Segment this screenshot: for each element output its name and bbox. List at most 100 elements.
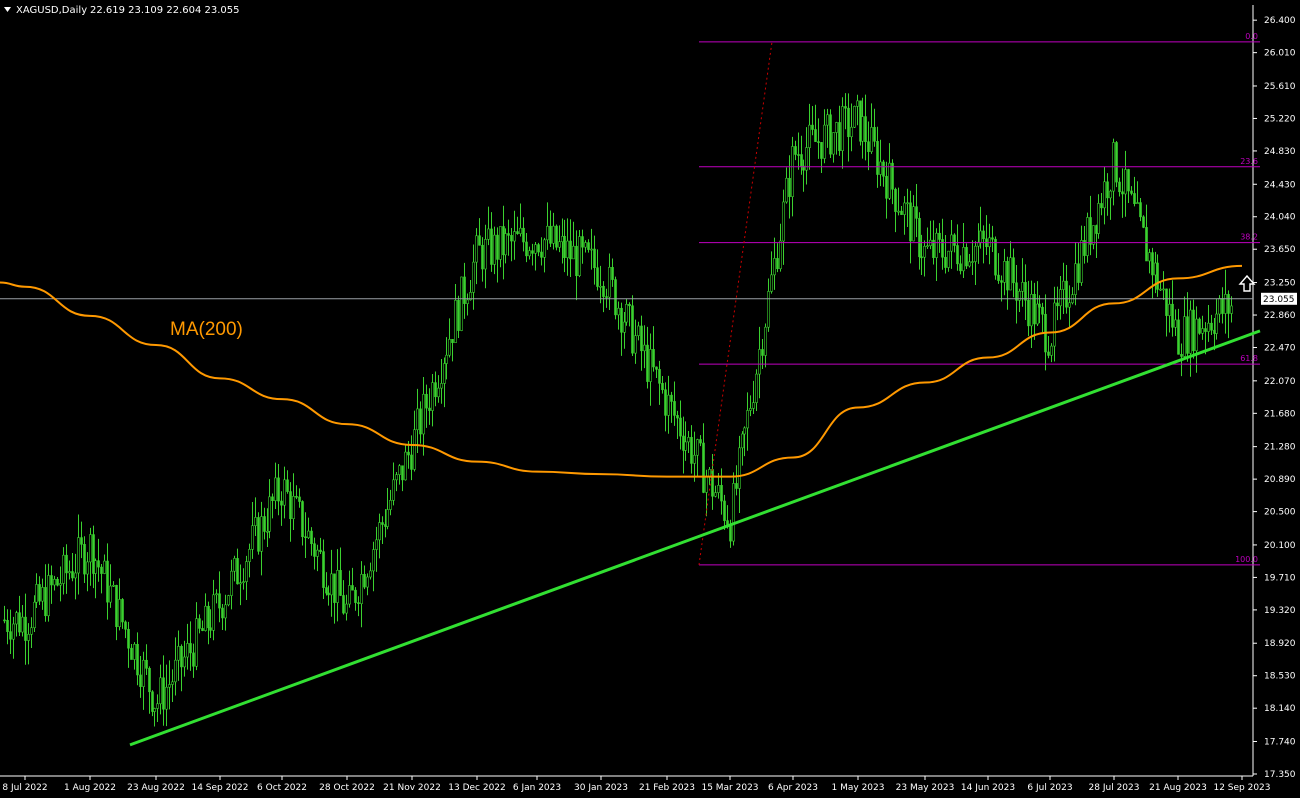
candle-body	[1145, 227, 1148, 262]
candle-body	[1118, 181, 1121, 193]
candle-body	[1224, 294, 1227, 314]
candle-body	[743, 427, 746, 435]
price-chart[interactable]: 0.0 23.6 38.2 61.8 100.0 26.400 26.010 25.610 2…	[0, 0, 1300, 798]
price-tick-label: 23.650	[1264, 245, 1296, 255]
candle-body	[817, 141, 820, 143]
candle-body	[30, 627, 33, 635]
candle-body	[620, 307, 623, 333]
candle-body	[776, 258, 779, 270]
candle-body	[428, 407, 431, 411]
candle-body	[171, 681, 174, 685]
candle-body	[404, 451, 407, 481]
candle-body	[982, 230, 985, 240]
candle-body	[540, 251, 543, 258]
candle-body	[325, 587, 328, 594]
candle-body	[1047, 351, 1050, 356]
candle-body	[186, 643, 189, 658]
candle-body	[1192, 309, 1195, 352]
candle-body	[189, 643, 192, 654]
price-tick-label: 24.430	[1264, 180, 1296, 190]
candle-body	[490, 228, 493, 265]
candle-body	[658, 369, 661, 384]
candle-body	[867, 141, 870, 152]
candle-body	[1086, 217, 1089, 256]
candle-body	[1100, 203, 1103, 209]
candle-body	[504, 233, 507, 256]
candle-body	[1168, 303, 1171, 316]
candle-body	[381, 522, 384, 525]
candle-body	[156, 703, 159, 709]
fib-level-label: 100.0	[1235, 555, 1258, 564]
candle-body	[558, 241, 561, 248]
price-tick-label: 26.400	[1264, 16, 1296, 26]
candle-body	[634, 335, 637, 354]
candle-body	[646, 344, 649, 382]
candle-body	[575, 245, 578, 277]
price-tick-label: 20.890	[1264, 475, 1296, 485]
candle-body	[221, 607, 224, 619]
price-tick-label: 17.350	[1264, 770, 1296, 780]
candle-body	[260, 516, 263, 552]
candle-body	[705, 476, 708, 493]
candle-body	[717, 485, 720, 493]
candle-body	[1077, 263, 1080, 283]
candle-body	[935, 232, 938, 258]
candle-body	[1050, 345, 1053, 356]
candle-body	[959, 263, 962, 272]
candle-body	[277, 477, 280, 502]
candle-body	[375, 539, 378, 550]
candle-body	[746, 410, 749, 429]
candle-body	[679, 417, 682, 437]
candle-body	[363, 574, 366, 588]
time-tick-label: 8 Jul 2022	[2, 783, 47, 793]
candle-body	[27, 633, 30, 641]
candle-body	[640, 325, 643, 352]
price-tick-label: 22.470	[1264, 344, 1296, 354]
candle-body	[1038, 303, 1041, 308]
candle-body	[841, 106, 844, 151]
candle-body	[80, 537, 83, 545]
candle-body	[487, 228, 490, 240]
candle-body	[552, 225, 555, 244]
time-tick-label: 13 Dec 2022	[448, 783, 506, 793]
candle-body	[35, 584, 38, 603]
candle-body	[103, 560, 106, 574]
candle-body	[625, 304, 628, 323]
candle-body	[233, 558, 236, 572]
candle-body	[481, 244, 484, 270]
candle-body	[333, 573, 336, 603]
candle-body	[1186, 316, 1189, 354]
candle-body	[1036, 303, 1039, 325]
candle-body	[148, 668, 151, 693]
candle-body	[118, 599, 121, 627]
candle-body	[21, 616, 24, 633]
candle-body	[729, 524, 732, 542]
candle-body	[413, 429, 416, 470]
candle-body	[537, 244, 540, 253]
candle-body	[785, 177, 788, 203]
candle-body	[699, 439, 702, 444]
candle-body	[212, 594, 215, 631]
candle-body	[339, 570, 342, 596]
candle-body	[348, 585, 351, 605]
candle-body	[1092, 225, 1095, 245]
candle-body	[227, 595, 230, 606]
candle-body	[168, 684, 171, 688]
candle-body	[330, 573, 333, 596]
candle-body	[510, 235, 513, 242]
candle-body	[1059, 289, 1062, 307]
candle-body	[130, 647, 133, 660]
candle-body	[673, 401, 676, 416]
candle-body	[1053, 302, 1056, 347]
candle-body	[507, 233, 510, 236]
candle-body	[289, 491, 292, 520]
candle-body	[664, 389, 667, 416]
ma-label: MA(200)	[170, 319, 243, 340]
candle-body	[38, 584, 41, 602]
candle-body	[1121, 191, 1124, 195]
candle-body	[732, 483, 735, 542]
candle-body	[9, 631, 12, 640]
fib-level-label: 0.0	[1245, 32, 1258, 41]
candle-body	[1006, 261, 1009, 291]
candle-body	[637, 325, 640, 336]
